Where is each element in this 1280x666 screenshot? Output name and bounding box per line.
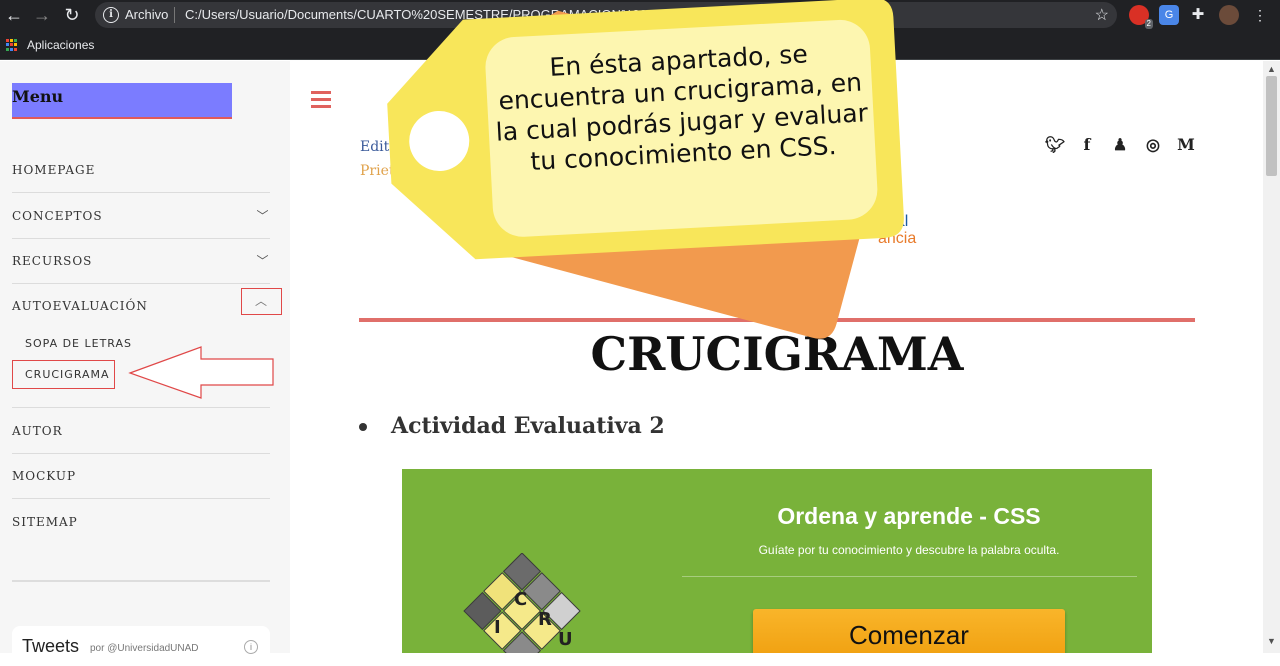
kebab-menu-icon[interactable]: ⋮ <box>1250 5 1270 25</box>
left-arrow-annotation <box>128 346 274 399</box>
highlight-box <box>12 360 115 389</box>
facebook-icon[interactable]: f <box>1078 135 1096 155</box>
game-subtitle: Guíate por tu conocimiento y descubre la… <box>758 543 1060 557</box>
social-links: 🐦︎ f ♟ ◎ M <box>1045 135 1195 155</box>
info-icon[interactable]: i <box>244 640 258 654</box>
crossword-game-embed: C R U I Ordena y aprende - CSS Guíate po… <box>402 469 1152 653</box>
bookmark-star-icon[interactable]: ☆ <box>1095 5 1109 25</box>
tweets-by[interactable]: por @UniversidadUNAD <box>90 643 199 654</box>
chevron-down-icon[interactable]: ﹀ <box>256 193 270 239</box>
scrollbar-thumb[interactable] <box>1266 76 1277 176</box>
info-icon[interactable]: i <box>103 7 119 23</box>
sidebar-item-conceptos[interactable]: CONCEPTOS ﹀ <box>12 193 270 239</box>
submenu-item-sopa-de-letras[interactable]: SOPA DE LETRAS <box>25 337 132 350</box>
forward-icon[interactable]: → <box>30 3 54 27</box>
scroll-down-icon[interactable]: ▼ <box>1267 636 1276 646</box>
medium-icon[interactable]: M <box>1177 135 1195 155</box>
translate-icon[interactable]: G <box>1159 5 1179 25</box>
tweets-title: Tweets <box>22 636 80 656</box>
bookmark-apps-label[interactable]: Aplicaciones <box>27 38 94 52</box>
divider <box>12 580 270 582</box>
tag-annotation-text: En ésta apartado, se encuentra un crucig… <box>495 39 869 176</box>
hamburger-menu-icon[interactable] <box>311 91 331 109</box>
sidebar-item-autor[interactable]: AUTOR <box>12 408 270 454</box>
sidebar-item-autoevaluacion[interactable]: AUTOEVALUACIÓN ︿ <box>12 283 282 329</box>
puzzle-extensions-icon[interactable]: ✚ <box>1188 5 1208 25</box>
activity-heading: Actividad Evaluativa 2 <box>359 413 665 439</box>
cube-letter: R <box>538 609 552 630</box>
chevron-down-icon[interactable]: ﹀ <box>256 238 270 284</box>
sidebar-item-homepage[interactable]: HOMEPAGE <box>12 147 270 193</box>
sidebar: Menu HOMEPAGE CONCEPTOS ﹀ RECURSOS ﹀ AUTOE… <box>0 61 290 666</box>
apps-grid-icon[interactable] <box>6 39 18 51</box>
sidebar-item-recursos[interactable]: RECURSOS ﹀ <box>12 238 270 284</box>
menu-title: Menu <box>12 83 232 119</box>
profile-avatar[interactable] <box>1219 5 1239 25</box>
twitter-icon[interactable]: 🐦︎ <box>1045 135 1065 155</box>
cube-letter: I <box>494 617 501 638</box>
scroll-up-icon[interactable]: ▲ <box>1267 64 1276 74</box>
security-label: Archivo <box>125 7 169 22</box>
cube-letter: C <box>514 589 527 610</box>
address-separator <box>174 7 175 23</box>
cube-letter: U <box>558 629 573 650</box>
sidebar-item-mockup[interactable]: MOCKUP <box>12 453 270 499</box>
crossword-cube-image: C R U I <box>463 553 581 653</box>
sidebar-item-sitemap[interactable]: SITEMAP <box>12 499 270 545</box>
extension-badge: 2 <box>1144 19 1153 29</box>
extension-red-icon[interactable]: 2 <box>1129 5 1153 29</box>
game-title: Ordena y aprende - CSS <box>777 503 1041 529</box>
instagram-icon[interactable]: ◎ <box>1144 135 1162 155</box>
bullet <box>359 423 367 431</box>
snapchat-icon[interactable]: ♟ <box>1111 135 1129 155</box>
divider <box>682 576 1137 577</box>
start-button[interactable]: Comenzar <box>753 609 1065 653</box>
reload-icon[interactable]: ↻ <box>60 3 84 27</box>
page-scrollbar[interactable]: ▲ ▼ <box>1263 61 1280 653</box>
chevron-up-icon[interactable]: ︿ <box>241 288 282 315</box>
back-icon[interactable]: ← <box>2 3 26 27</box>
tweets-widget[interactable]: Tweets por @UniversidadUNAD i <box>12 626 270 666</box>
